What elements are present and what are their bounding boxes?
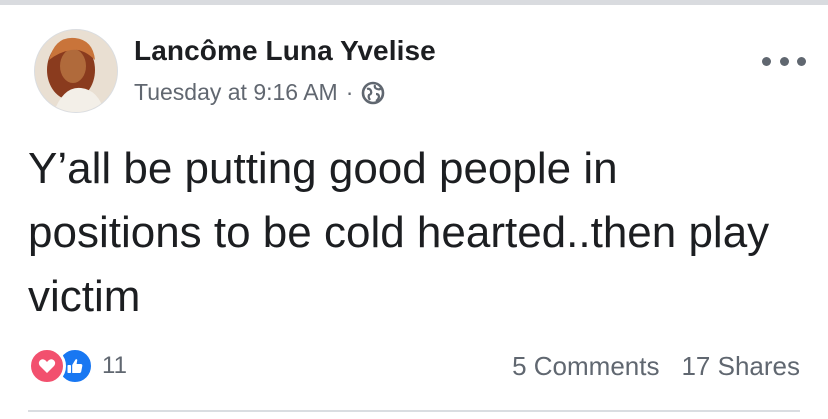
avatar[interactable] <box>34 29 118 113</box>
more-options-icon[interactable] <box>762 53 806 69</box>
post-meta: Tuesday at 9:16 AM · <box>134 79 385 106</box>
more-dot <box>762 56 771 66</box>
globe-icon[interactable] <box>361 81 385 105</box>
bottom-divider <box>28 410 800 412</box>
love-reaction-icon <box>28 347 66 385</box>
more-dot <box>779 56 789 66</box>
comments-count[interactable]: 5 Comments <box>512 351 659 382</box>
author-name[interactable]: Lancôme Luna Yvelise <box>134 35 436 67</box>
post-text: Y’all be putting good people in position… <box>28 144 770 321</box>
avatar-image <box>35 30 117 112</box>
reaction-count: 11 <box>102 352 127 379</box>
post-timestamp[interactable]: Tuesday at 9:16 AM <box>134 79 338 106</box>
meta-separator: · <box>345 79 354 105</box>
reactions-summary[interactable]: 11 <box>28 347 127 385</box>
more-dot <box>797 56 806 66</box>
facebook-post: Lancôme Luna Yvelise Tuesday at 9:16 AM … <box>0 5 828 419</box>
post-stats: 5 Comments 17 Shares <box>512 351 800 382</box>
shares-count[interactable]: 17 Shares <box>681 351 800 382</box>
